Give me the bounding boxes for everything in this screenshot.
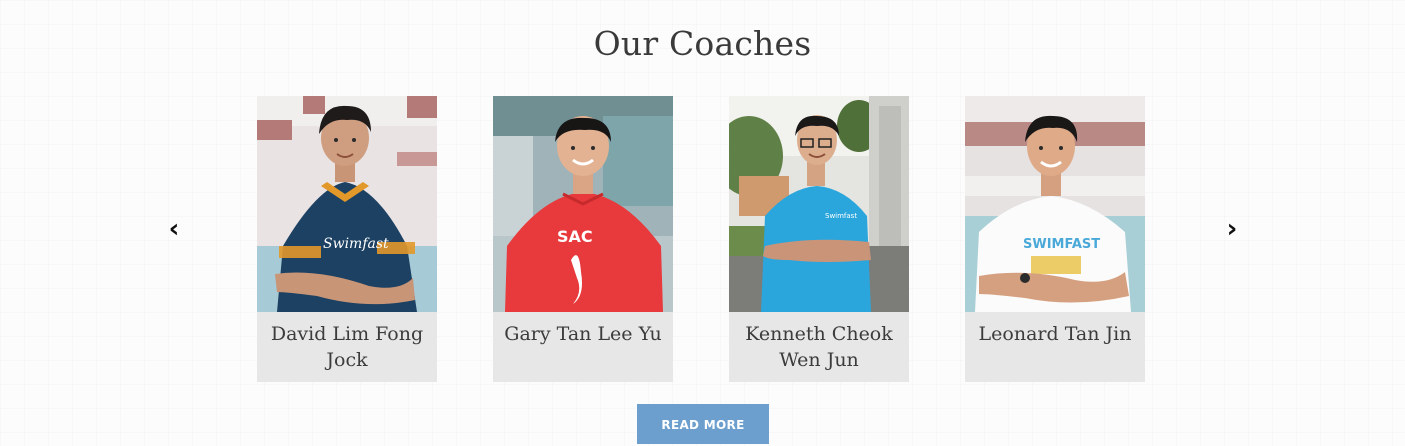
coach-card[interactable]: SAC Gary Tan Lee Yu	[493, 96, 673, 382]
coach-photo[interactable]: SWIMFAST	[965, 96, 1145, 312]
coach-card[interactable]: Swimfast David Lim Fong Jock	[257, 96, 437, 382]
coach-card[interactable]: Swimfast Kenneth Cheok Wen Jun	[729, 96, 909, 382]
coach-name[interactable]: Kenneth Cheok Wen Jun	[735, 321, 903, 373]
coach-name-box: David Lim Fong Jock	[257, 312, 437, 382]
coach-name-box: Kenneth Cheok Wen Jun	[729, 312, 909, 382]
svg-text:SWIMFAST: SWIMFAST	[1023, 237, 1100, 252]
svg-text:Swimfast: Swimfast	[323, 236, 389, 252]
coach-name-box: Gary Tan Lee Yu	[493, 312, 673, 382]
carousel-next-button[interactable]: ›	[1220, 214, 1244, 244]
coach-name[interactable]: David Lim Fong Jock	[263, 321, 431, 373]
coach-name[interactable]: Gary Tan Lee Yu	[499, 321, 667, 347]
coach-photo[interactable]: Swimfast	[729, 96, 909, 312]
chevron-right-icon: ›	[1226, 214, 1238, 244]
coach-name-box: Leonard Tan Jin	[965, 312, 1145, 382]
read-more-button[interactable]: READ MORE	[637, 404, 769, 444]
section-title: Our Coaches	[593, 24, 812, 63]
svg-text:SAC: SAC	[557, 227, 593, 246]
carousel-prev-button[interactable]: ‹	[162, 214, 186, 244]
coach-name[interactable]: Leonard Tan Jin	[971, 321, 1139, 347]
svg-text:Swimfast: Swimfast	[825, 212, 857, 220]
coach-card[interactable]: SWIMFAST Leonard Tan Jin	[965, 96, 1145, 382]
chevron-left-icon: ‹	[168, 214, 180, 244]
coach-photo[interactable]: Swimfast	[257, 96, 437, 312]
coach-photo[interactable]: SAC	[493, 96, 673, 312]
